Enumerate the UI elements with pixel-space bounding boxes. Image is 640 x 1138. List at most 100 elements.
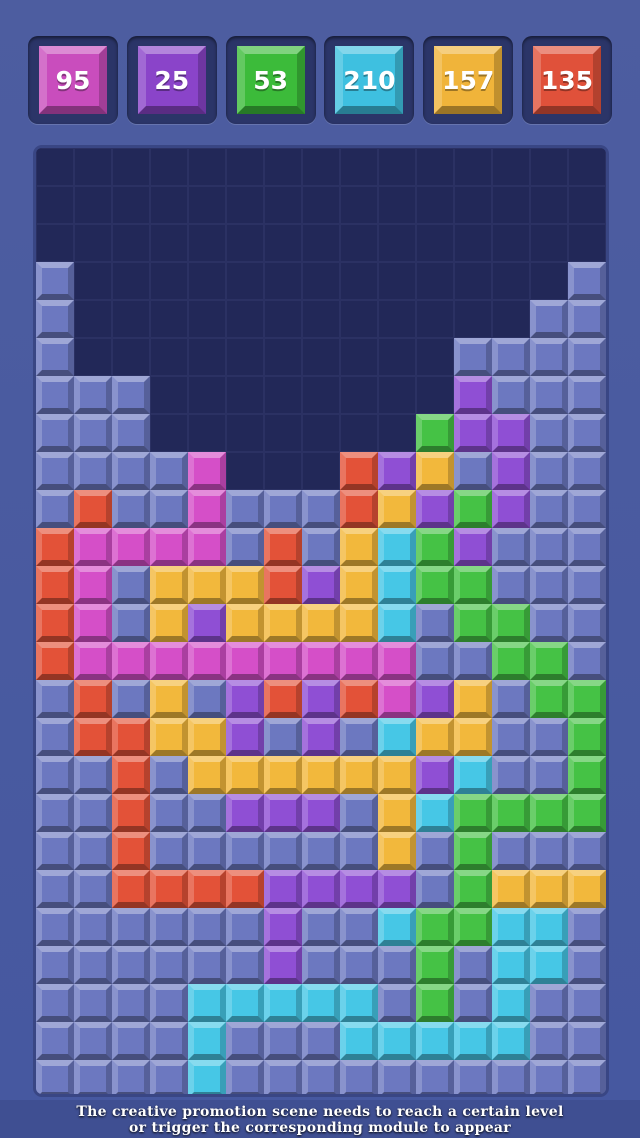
board-block — [492, 680, 530, 718]
board-block — [302, 1060, 340, 1094]
board-block — [454, 376, 492, 414]
board-block — [150, 756, 188, 794]
score-tile[interactable]: 157 — [434, 46, 503, 114]
board-cell-empty — [188, 300, 226, 338]
board-block — [74, 946, 112, 984]
board-cell-empty — [74, 262, 112, 300]
board-block — [36, 870, 74, 908]
game-board[interactable] — [36, 148, 606, 1094]
board-block — [112, 566, 150, 604]
board-cell-empty — [264, 452, 302, 490]
board-block — [226, 794, 264, 832]
board-block — [74, 528, 112, 566]
board-block — [302, 642, 340, 680]
board-cell-empty — [568, 186, 606, 224]
board-block — [74, 1022, 112, 1060]
board-cell-empty — [530, 262, 568, 300]
board-block — [264, 566, 302, 604]
board-block — [112, 718, 150, 756]
board-block — [568, 1022, 606, 1060]
board-block — [492, 908, 530, 946]
board-block — [36, 794, 74, 832]
board-block — [568, 946, 606, 984]
caption-line-1: The creative promotion scene needs to re… — [76, 1104, 564, 1120]
board-block — [568, 452, 606, 490]
board-block — [340, 984, 378, 1022]
board-block — [416, 946, 454, 984]
board-block — [530, 566, 568, 604]
board-block — [378, 566, 416, 604]
board-cell-empty — [36, 186, 74, 224]
board-block — [568, 718, 606, 756]
board-block — [492, 604, 530, 642]
board-cell-empty — [302, 224, 340, 262]
board-cell-empty — [530, 186, 568, 224]
board-block — [264, 1022, 302, 1060]
board-block — [264, 642, 302, 680]
board-block — [378, 452, 416, 490]
board-cell-empty — [226, 186, 264, 224]
board-block — [416, 718, 454, 756]
board-block — [226, 1022, 264, 1060]
board-block — [416, 414, 454, 452]
board-cell-empty — [112, 300, 150, 338]
board-block — [454, 984, 492, 1022]
score-tile[interactable]: 210 — [335, 46, 404, 114]
board-block — [226, 870, 264, 908]
board-block — [416, 870, 454, 908]
board-block — [226, 756, 264, 794]
board-block — [378, 718, 416, 756]
board-block — [226, 946, 264, 984]
score-tile[interactable]: 53 — [236, 46, 305, 114]
score-tile[interactable]: 25 — [137, 46, 206, 114]
board-block — [568, 832, 606, 870]
board-block — [340, 756, 378, 794]
board-cell-empty — [226, 338, 264, 376]
board-cell-empty — [74, 224, 112, 262]
board-block — [36, 566, 74, 604]
board-cell-empty — [112, 338, 150, 376]
board-block — [568, 642, 606, 680]
board-cell-empty — [492, 262, 530, 300]
board-cell-empty — [340, 300, 378, 338]
board-block — [74, 604, 112, 642]
board-block — [150, 718, 188, 756]
board-block — [264, 794, 302, 832]
score-tile[interactable]: 95 — [39, 46, 107, 114]
board-cell-empty — [302, 414, 340, 452]
board-block — [454, 528, 492, 566]
board-block — [492, 870, 530, 908]
board-block — [112, 490, 150, 528]
board-block — [416, 490, 454, 528]
board-block — [36, 984, 74, 1022]
board-block — [112, 832, 150, 870]
board-block — [188, 794, 226, 832]
board-block — [226, 566, 264, 604]
board-block — [492, 794, 530, 832]
board-block — [492, 756, 530, 794]
board-block — [188, 718, 226, 756]
board-cell-empty — [188, 414, 226, 452]
board-block — [454, 566, 492, 604]
board-block — [530, 718, 568, 756]
board-cell-empty — [264, 224, 302, 262]
board-cell-empty — [568, 224, 606, 262]
board-block — [150, 528, 188, 566]
board-cell-empty — [74, 186, 112, 224]
board-block — [188, 642, 226, 680]
board-cell-empty — [264, 262, 302, 300]
board-block — [112, 946, 150, 984]
board-block — [74, 908, 112, 946]
board-cell-empty — [340, 414, 378, 452]
board-block — [226, 832, 264, 870]
board-block — [150, 680, 188, 718]
board-block — [492, 414, 530, 452]
board-block — [150, 604, 188, 642]
score-slot: 53 — [225, 36, 316, 124]
board-cell-empty — [568, 148, 606, 186]
board-block — [378, 794, 416, 832]
board-block — [150, 1022, 188, 1060]
score-tile[interactable]: 135 — [532, 46, 601, 114]
board-block — [492, 832, 530, 870]
board-cell-empty — [226, 452, 264, 490]
